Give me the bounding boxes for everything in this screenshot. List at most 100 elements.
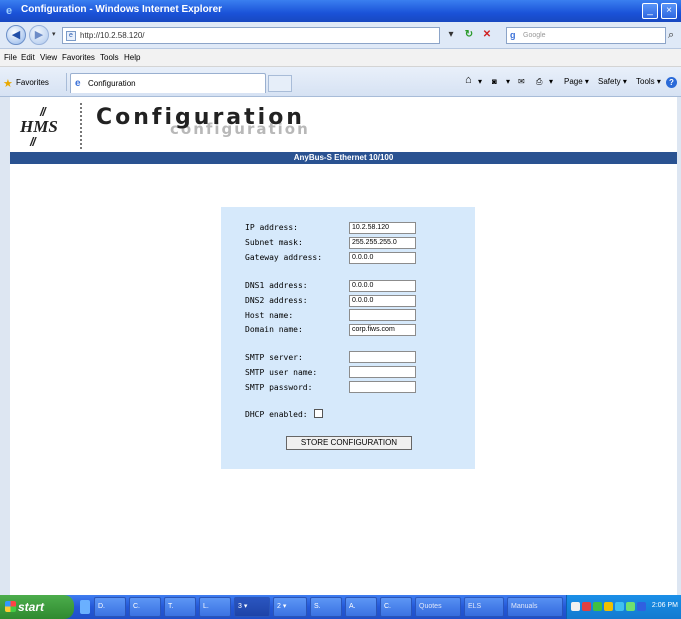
menu-edit[interactable]: Edit bbox=[21, 53, 35, 62]
tray-icon[interactable] bbox=[615, 602, 624, 611]
dns1-address-label: DNS1 address: bbox=[245, 281, 308, 290]
menu-file[interactable]: File bbox=[4, 53, 17, 62]
domain-name-input[interactable]: corp.fiws.com bbox=[349, 324, 416, 336]
host-name-input[interactable] bbox=[349, 309, 416, 321]
back-arrow-icon: ◀ bbox=[11, 29, 21, 41]
dns2-address-input[interactable]: 0.0.0.0 bbox=[349, 295, 416, 307]
favorites-button[interactable]: Favorites bbox=[16, 78, 49, 87]
menu-bar: File Edit View Favorites Tools Help bbox=[0, 49, 681, 67]
start-button[interactable]: start bbox=[0, 595, 74, 619]
search-icon[interactable]: ⌕ bbox=[668, 29, 674, 42]
close-button[interactable]: × bbox=[661, 3, 677, 19]
address-toolbar: ◀ ▶ ▾ e http://10.2.58.120/ ▾ ↻ ✕ g Goog… bbox=[0, 22, 681, 49]
safety-menu[interactable]: Safety ▾ bbox=[598, 77, 627, 86]
smtp-server-input[interactable] bbox=[349, 351, 416, 363]
address-input[interactable]: e http://10.2.58.120/ bbox=[62, 27, 440, 44]
taskbar-clock: 2:06 PM bbox=[651, 602, 678, 609]
tray-icon[interactable] bbox=[582, 602, 591, 611]
taskbar: start D. C. T. L. 3 ▾ 2 ▾ S. A. C. Quote… bbox=[0, 595, 681, 619]
taskbar-item[interactable]: Quotes bbox=[415, 597, 461, 617]
taskbar-item[interactable]: S. bbox=[310, 597, 342, 617]
taskbar-item[interactable]: D. bbox=[94, 597, 126, 617]
dhcp-enabled-label: DHCP enabled: bbox=[245, 410, 308, 419]
tray-icon[interactable] bbox=[604, 602, 613, 611]
taskbar-item[interactable]: C. bbox=[380, 597, 412, 617]
tab-configuration[interactable]: e Configuration bbox=[70, 73, 266, 93]
dns1-address-input[interactable]: 0.0.0.0 bbox=[349, 280, 416, 292]
ie-icon: e bbox=[6, 5, 13, 17]
menu-view[interactable]: View bbox=[40, 53, 57, 62]
favorites-bar: ★ Favorites e Configuration ⌂ ▾ ◙ ▾ ✉ ⎙ … bbox=[0, 67, 681, 97]
google-icon: g bbox=[510, 30, 516, 40]
address-dropdown-icon[interactable]: ▾ bbox=[444, 28, 458, 42]
page-content: // HMS // configuration Configuration An… bbox=[0, 97, 681, 595]
address-url: http://10.2.58.120/ bbox=[80, 31, 145, 40]
configuration-form: IP address: 10.2.58.120 Subnet mask: 255… bbox=[221, 207, 475, 469]
home-dropdown-icon[interactable]: ▾ bbox=[478, 77, 482, 86]
taskbar-item[interactable]: A. bbox=[345, 597, 377, 617]
taskbar-item-ie-group[interactable]: 3 ▾ bbox=[234, 597, 270, 617]
feeds-icon[interactable]: ◙ bbox=[492, 77, 497, 86]
ip-address-label: IP address: bbox=[245, 223, 298, 232]
smtp-server-label: SMTP server: bbox=[245, 353, 303, 362]
refresh-icon[interactable]: ↻ bbox=[462, 28, 476, 42]
search-placeholder: Google bbox=[523, 32, 546, 39]
page-title: Configuration bbox=[96, 105, 305, 130]
host-name-label: Host name: bbox=[245, 311, 294, 320]
windows-flag-icon bbox=[5, 601, 16, 612]
new-tab-button[interactable] bbox=[268, 75, 292, 92]
smtp-user-name-label: SMTP user name: bbox=[245, 368, 318, 377]
product-banner: AnyBus-S Ethernet 10/100 bbox=[10, 152, 677, 164]
menu-favorites[interactable]: Favorites bbox=[62, 53, 95, 62]
taskbar-item[interactable]: ELS bbox=[464, 597, 504, 617]
hms-logo: // HMS // bbox=[16, 105, 76, 149]
system-tray: 2:06 PM bbox=[566, 595, 681, 619]
taskbar-item[interactable]: L. bbox=[199, 597, 231, 617]
favorites-star-icon: ★ bbox=[3, 78, 13, 90]
start-label: start bbox=[18, 600, 45, 614]
stop-icon[interactable]: ✕ bbox=[480, 28, 494, 42]
favorites-separator bbox=[66, 73, 67, 91]
quick-launch-icon[interactable] bbox=[80, 600, 90, 614]
window-title: Configuration - Windows Internet Explore… bbox=[21, 4, 223, 15]
tray-icon[interactable] bbox=[593, 602, 602, 611]
taskbar-item[interactable]: T. bbox=[164, 597, 196, 617]
mail-icon[interactable]: ✉ bbox=[518, 77, 525, 86]
menu-tools[interactable]: Tools bbox=[100, 53, 119, 62]
back-button[interactable]: ◀ bbox=[6, 25, 26, 45]
forward-button[interactable]: ▶ bbox=[29, 25, 49, 45]
subnet-mask-label: Subnet mask: bbox=[245, 238, 303, 247]
logo-ticks: // bbox=[30, 135, 36, 149]
taskbar-item[interactable]: 2 ▾ bbox=[273, 597, 307, 617]
logo-word: HMS bbox=[20, 117, 58, 136]
search-input[interactable]: g Google bbox=[506, 27, 666, 44]
recent-pages-dropdown-icon[interactable]: ▾ bbox=[52, 30, 56, 38]
page-menu[interactable]: Page ▾ bbox=[564, 77, 589, 86]
help-icon[interactable]: ? bbox=[666, 77, 677, 88]
window-title-bar[interactable]: e Configuration - Windows Internet Explo… bbox=[0, 0, 681, 22]
tray-icon[interactable] bbox=[626, 602, 635, 611]
ie-tab-icon: e bbox=[75, 78, 81, 89]
smtp-password-input[interactable] bbox=[349, 381, 416, 393]
tray-icon[interactable] bbox=[571, 602, 580, 611]
taskbar-item[interactable]: C. bbox=[129, 597, 161, 617]
feeds-dropdown-icon[interactable]: ▾ bbox=[506, 77, 510, 86]
home-icon[interactable]: ⌂ bbox=[465, 74, 472, 86]
menu-help[interactable]: Help bbox=[124, 53, 140, 62]
tray-icon[interactable] bbox=[637, 602, 646, 611]
page-icon: e bbox=[66, 31, 76, 41]
ip-address-input[interactable]: 10.2.58.120 bbox=[349, 222, 416, 234]
smtp-user-name-input[interactable] bbox=[349, 366, 416, 378]
print-dropdown-icon[interactable]: ▾ bbox=[549, 77, 553, 86]
store-configuration-button[interactable]: STORE CONFIGURATION bbox=[286, 436, 412, 450]
dhcp-enabled-checkbox[interactable] bbox=[314, 409, 323, 418]
subnet-mask-input[interactable]: 255.255.255.0 bbox=[349, 237, 416, 249]
print-icon[interactable]: ⎙ bbox=[536, 77, 542, 87]
smtp-password-label: SMTP password: bbox=[245, 383, 313, 392]
dns2-address-label: DNS2 address: bbox=[245, 296, 308, 305]
minimize-button[interactable]: _ bbox=[642, 3, 658, 19]
logo-divider bbox=[80, 103, 82, 149]
tools-menu[interactable]: Tools ▾ bbox=[636, 77, 661, 86]
taskbar-item[interactable]: Manuals bbox=[507, 597, 563, 617]
gateway-address-input[interactable]: 0.0.0.0 bbox=[349, 252, 416, 264]
